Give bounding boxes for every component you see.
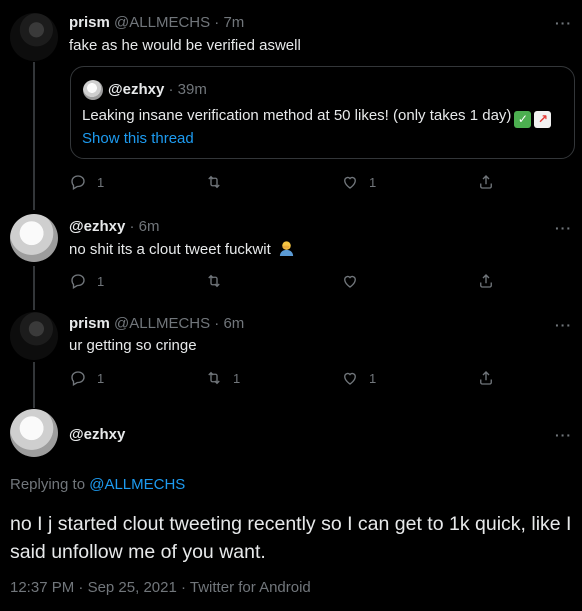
reply-icon: [71, 274, 85, 289]
display-name[interactable]: @ezhxy: [69, 426, 125, 443]
replying-label: Replying to: [10, 476, 86, 493]
quote-text: Leaking insane verification method at 50…: [82, 107, 512, 124]
reply-count: 1: [97, 273, 105, 289]
tweet-header: @ezhxy: [69, 426, 125, 443]
like-count: 1: [369, 174, 377, 190]
tweet-header: prism @ALLMECHS · 6m: [69, 315, 244, 332]
check-mark-emoji: ✓: [514, 111, 532, 128]
quote-timestamp: 39m: [177, 81, 207, 98]
share-button[interactable]: [477, 173, 495, 191]
tweet-text: no shit its a clout tweet fuckwit: [69, 241, 271, 258]
like-count: 1: [369, 370, 377, 386]
share-icon: [480, 175, 492, 189]
quoted-tweet[interactable]: @ezhxy · 39m Leaking insane verification…: [70, 66, 575, 159]
like-button[interactable]: [341, 272, 369, 290]
tweet[interactable]: prism @ALLMECHS · 6m ··· ur getting so c…: [0, 305, 582, 400]
username[interactable]: @ALLMECHS: [114, 14, 210, 31]
tweet-source[interactable]: Twitter for Android: [190, 579, 311, 596]
avatar[interactable]: [10, 409, 58, 457]
share-icon: [480, 274, 492, 288]
avatar[interactable]: [10, 312, 58, 360]
more-icon[interactable]: ···: [555, 221, 572, 235]
tweet-date[interactable]: Sep 25, 2021: [88, 579, 177, 596]
tweet-header: @ezhxy · 6m: [69, 218, 160, 235]
separator: ·: [214, 14, 220, 31]
tweet-meta: 12:37 PM · Sep 25, 2021 · Twitter for An…: [10, 579, 311, 596]
avatar[interactable]: [10, 214, 58, 262]
display-name[interactable]: prism: [69, 14, 110, 31]
main-tweet-text: no I j started clout tweeting recently s…: [10, 513, 572, 563]
display-name[interactable]: prism: [69, 315, 110, 332]
reply-count: 1: [97, 370, 105, 386]
avatar[interactable]: [10, 13, 58, 61]
separator: ·: [180, 579, 186, 596]
username[interactable]: @ALLMECHS: [114, 315, 210, 332]
timestamp[interactable]: 6m: [223, 315, 244, 332]
quote-text-line: Leaking insane verification method at 50…: [82, 107, 552, 128]
share-icon: [480, 371, 492, 385]
quote-header: @ezhxy · 39m: [108, 81, 207, 98]
tweet-actions: 1 1 1: [69, 369, 509, 389]
separator: ·: [168, 81, 174, 98]
like-icon: [344, 275, 356, 288]
reply-button[interactable]: 1: [69, 369, 104, 387]
tweet-text: ur getting so cringe: [69, 337, 197, 354]
more-icon[interactable]: ···: [555, 428, 572, 442]
display-name[interactable]: @ezhxy: [69, 218, 125, 235]
show-thread-link[interactable]: Show this thread: [82, 130, 194, 147]
like-button[interactable]: 1: [341, 369, 376, 387]
like-icon: [344, 372, 356, 385]
separator: ·: [129, 218, 135, 235]
reply-icon: [71, 371, 85, 386]
like-button[interactable]: 1: [341, 173, 376, 191]
replying-to-link[interactable]: @ALLMECHS: [89, 476, 185, 493]
retweet-button[interactable]: [205, 173, 233, 191]
reply-button[interactable]: 1: [69, 272, 104, 290]
tweet-header: prism @ALLMECHS · 7m: [69, 14, 244, 31]
reply-button[interactable]: 1: [69, 173, 104, 191]
tweet-actions: 1: [69, 272, 509, 292]
separator: ·: [78, 579, 84, 596]
tweet-text-line: no shit its a clout tweet fuckwit: [69, 240, 295, 258]
retweet-count: 1: [233, 370, 241, 386]
facepalm-emoji: [279, 241, 294, 257]
like-icon: [344, 176, 356, 189]
tweet-time[interactable]: 12:37 PM: [10, 579, 74, 596]
more-icon[interactable]: ···: [555, 16, 572, 30]
retweet-button[interactable]: 1: [205, 369, 240, 387]
timestamp[interactable]: 6m: [139, 218, 160, 235]
share-button[interactable]: [477, 369, 495, 387]
more-icon[interactable]: ···: [555, 318, 572, 332]
chart-up-emoji: ↗: [534, 111, 552, 128]
retweet-icon: [208, 175, 220, 189]
quote-avatar: [83, 80, 103, 100]
retweet-button[interactable]: [205, 272, 233, 290]
replying-to: Replying to @ALLMECHS: [10, 476, 185, 493]
tweet[interactable]: @ezhxy · 6m ··· no shit its a clout twee…: [0, 205, 582, 305]
reply-icon: [71, 175, 85, 190]
quote-username: @ezhxy: [108, 81, 165, 98]
retweet-icon: [208, 274, 220, 288]
timestamp[interactable]: 7m: [223, 14, 244, 31]
share-button[interactable]: [477, 272, 495, 290]
reply-count: 1: [97, 174, 105, 190]
retweet-icon: [208, 371, 220, 385]
tweet-actions: 1 1: [69, 173, 509, 193]
tweet[interactable]: prism @ALLMECHS · 7m ··· fake as he woul…: [0, 0, 582, 205]
tweet-text: fake as he would be verified aswell: [69, 37, 301, 54]
separator: ·: [214, 315, 220, 332]
